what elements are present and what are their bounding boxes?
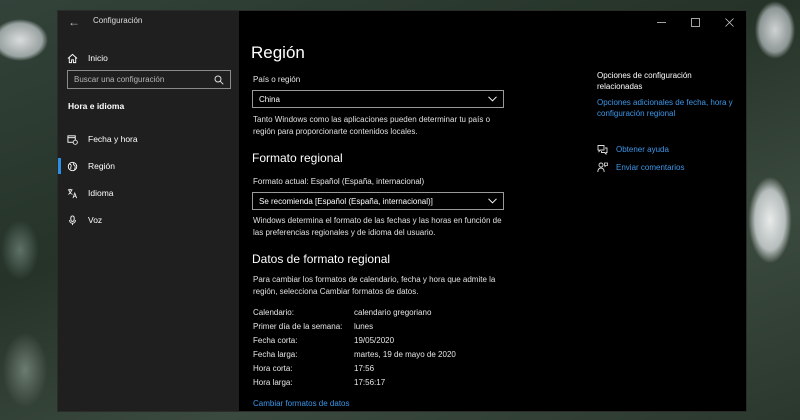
regional-data-heading: Datos de formato regional — [252, 252, 391, 266]
country-dropdown[interactable]: China — [252, 90, 504, 108]
sidebar-item-region[interactable]: Región — [58, 155, 239, 177]
settings-window: ← Configuración Inicio Buscar una config… — [58, 11, 746, 411]
sidebar-item-label: Idioma — [88, 188, 114, 198]
data-description-line: región, selecciona Cambiar formatos de d… — [253, 286, 419, 296]
close-button[interactable] — [712, 11, 746, 33]
maximize-button[interactable] — [678, 11, 712, 33]
regional-format-heading: Formato regional — [252, 151, 343, 165]
selection-indicator — [58, 131, 61, 147]
format-dropdown-value: Se recomienda [Español (España, internac… — [259, 196, 433, 206]
get-help-label: Obtener ayuda — [616, 145, 669, 154]
send-feedback-label: Enviar comentarios — [616, 163, 685, 172]
sidebar-item-idioma[interactable]: Idioma — [58, 182, 239, 204]
data-key: Hora larga: — [253, 378, 293, 387]
chevron-down-icon — [488, 198, 497, 204]
related-settings-title-line: Opciones de configuración — [597, 71, 692, 80]
selection-indicator — [58, 212, 61, 228]
app-title: Configuración — [93, 16, 143, 25]
format-description-line: Windows determina el formato de las fech… — [253, 216, 502, 225]
data-value: calendario gregoriano — [354, 308, 432, 317]
country-description-line: Tanto Windows como las aplicaciones pued… — [253, 115, 491, 124]
microphone-icon — [69, 214, 76, 225]
data-value: 17:56:17 — [354, 378, 386, 387]
close-icon — [724, 17, 734, 27]
data-row-long-date: Fecha larga: martes, 19 de mayo de 2020 — [253, 350, 513, 363]
window-controls — [644, 11, 746, 33]
section-title: Hora e idioma — [68, 101, 125, 111]
maximize-icon — [690, 17, 700, 27]
selection-indicator — [58, 158, 61, 174]
nav-home[interactable]: Inicio — [58, 47, 239, 69]
sidebar-item-voz[interactable]: Voz — [58, 209, 239, 231]
data-row-calendar: Calendario: calendario gregoriano — [253, 308, 513, 321]
data-key: Calendario: — [253, 308, 294, 317]
send-feedback-link[interactable]: Enviar comentarios — [597, 162, 684, 173]
additional-settings-link-line: configuración regional — [597, 109, 676, 118]
language-icon — [67, 188, 78, 198]
related-settings-title: Opciones de configuración relacionadas — [597, 70, 692, 92]
related-settings-title-line: relacionadas — [597, 82, 643, 91]
title-bar: ← Configuración — [58, 11, 239, 33]
search-icon[interactable] — [214, 75, 224, 85]
help-chat-icon — [597, 145, 608, 155]
data-key: Fecha larga: — [253, 350, 298, 359]
home-icon — [67, 53, 78, 63]
sidebar-item-fecha-y-hora[interactable]: Fecha y hora — [58, 128, 239, 150]
data-description-line: Para cambiar los formatos de calendario,… — [253, 275, 496, 284]
sidebar-item-label: Voz — [88, 215, 103, 225]
data-row-short-date: Fecha corta: 19/05/2020 — [253, 336, 513, 349]
data-key: Hora corta: — [253, 364, 293, 373]
additional-settings-link[interactable]: Opciones adicionales de fecha, hora y co… — [597, 97, 733, 119]
get-help-link[interactable]: Obtener ayuda — [597, 144, 669, 155]
country-dropdown-value: China — [259, 94, 280, 104]
data-value: 19/05/2020 — [354, 336, 395, 345]
chevron-down-icon — [488, 96, 497, 102]
data-value: martes, 19 de mayo de 2020 — [354, 350, 456, 359]
page-title: Región — [251, 43, 305, 62]
globe-icon — [67, 161, 78, 171]
selection-indicator — [58, 185, 61, 201]
calendar-clock-icon — [67, 134, 78, 145]
data-key: Fecha corta: — [253, 336, 298, 345]
back-arrow-icon[interactable]: ← — [67, 15, 81, 29]
data-row-long-time: Hora larga: 17:56:17 — [253, 378, 513, 391]
data-value: lunes — [354, 322, 374, 331]
current-format-label: Formato actual: Español (España, interna… — [253, 177, 425, 186]
format-description-line: las preferencias regionales y de idioma … — [253, 227, 436, 237]
additional-settings-link-line: Opciones adicionales de fecha, hora y — [597, 98, 733, 107]
minimize-icon — [656, 21, 666, 23]
search-placeholder: Buscar una configuración — [74, 75, 165, 84]
country-description-line: región para proporcionarte contenidos lo… — [253, 126, 418, 136]
nav-home-label: Inicio — [88, 53, 108, 63]
sidebar: ← Configuración Inicio Buscar una config… — [58, 11, 239, 411]
feedback-person-icon — [597, 162, 608, 173]
data-row-first-day: Primer día de la semana: lunes — [253, 322, 513, 335]
country-description: Tanto Windows como las aplicaciones pued… — [253, 114, 490, 137]
minimize-button[interactable] — [644, 11, 678, 33]
search-input[interactable]: Buscar una configuración — [67, 70, 231, 89]
data-key: Primer día de la semana: — [253, 322, 343, 331]
country-label: País o región — [253, 75, 301, 84]
data-row-short-time: Hora corta: 17:56 — [253, 364, 513, 377]
format-dropdown[interactable]: Se recomienda [Español (España, internac… — [252, 192, 504, 210]
data-value: 17:56 — [354, 364, 375, 373]
change-formats-link[interactable]: Cambiar formatos de datos — [253, 398, 350, 409]
sidebar-item-label: Región — [88, 161, 115, 171]
data-description: Para cambiar los formatos de calendario,… — [253, 274, 495, 297]
format-description: Windows determina el formato de las fech… — [253, 215, 502, 238]
sidebar-item-label: Fecha y hora — [88, 134, 138, 144]
main-content: Región País o región China Tanto Windows… — [239, 11, 746, 411]
